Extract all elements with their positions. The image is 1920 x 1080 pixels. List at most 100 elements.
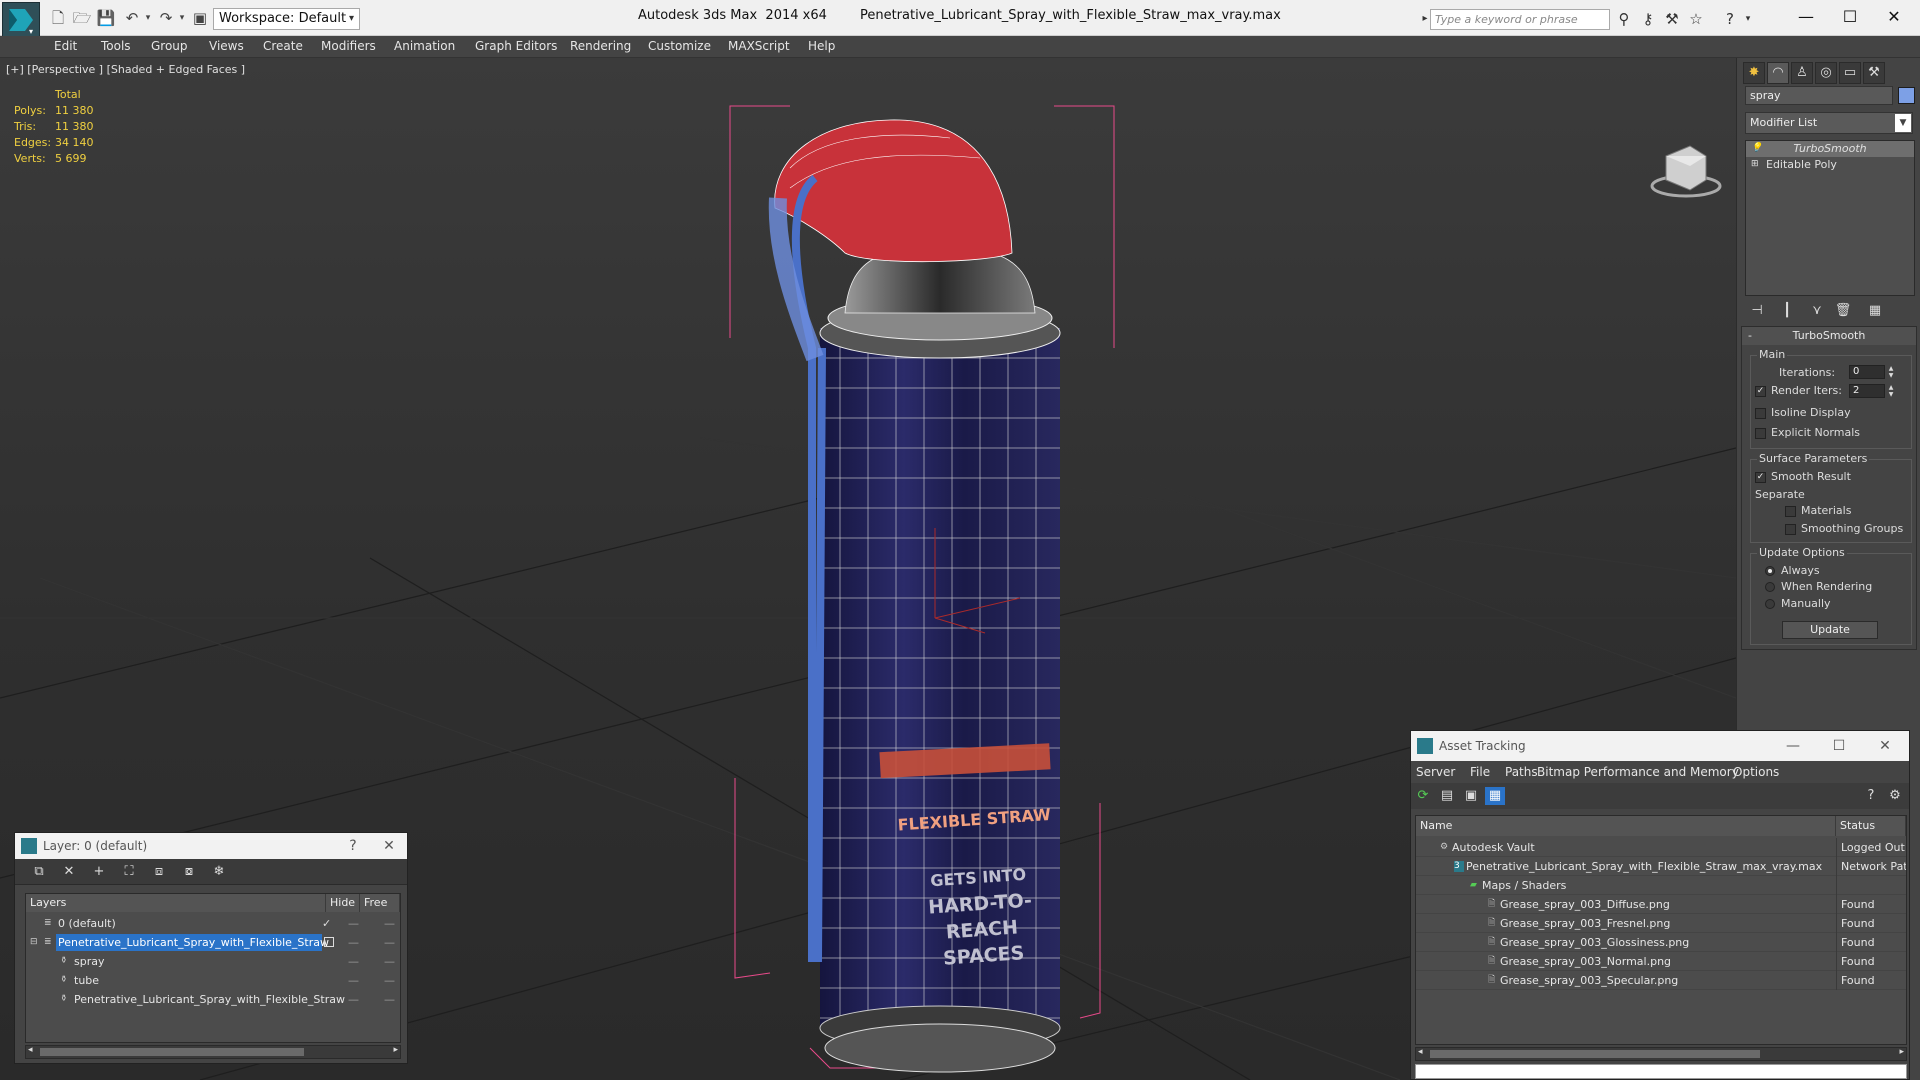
thumbnail-view-icon[interactable]: ▣ bbox=[1461, 787, 1481, 805]
freeze-toggle[interactable]: — bbox=[384, 952, 395, 971]
asset-row[interactable]: 🗎 Grease_spray_003_Fresnel.png Found bbox=[1416, 914, 1906, 933]
asset-row[interactable]: 3 Penetrative_Lubricant_Spray_with_Flexi… bbox=[1416, 857, 1906, 876]
menu-help[interactable]: Help bbox=[808, 39, 835, 53]
utilities-tab-icon[interactable]: ⚒ bbox=[1863, 62, 1885, 84]
scroll-right-icon[interactable]: ▸ bbox=[1899, 1047, 1904, 1057]
asset-row[interactable]: 🗎 Grease_spray_003_Specular.png Found bbox=[1416, 971, 1906, 990]
smooth-result-checkbox[interactable]: ✓ bbox=[1755, 472, 1766, 483]
hide-toggle[interactable]: — bbox=[348, 990, 359, 1009]
scroll-left-icon[interactable]: ◂ bbox=[1418, 1047, 1423, 1057]
manually-radio[interactable] bbox=[1765, 599, 1775, 609]
app-logo-button[interactable]: ▾ bbox=[2, 2, 40, 38]
modifier-stack[interactable]: 💡 TurboSmooth ⊞ Editable Poly bbox=[1745, 140, 1915, 296]
iterations-spinner[interactable]: 0 bbox=[1849, 365, 1885, 379]
binoculars-icon[interactable]: ⚲ bbox=[1614, 9, 1634, 29]
freeze-all-layers-icon[interactable]: ❄ bbox=[209, 863, 229, 881]
configure-sets-icon[interactable]: ▦ bbox=[1865, 302, 1885, 320]
create-tab-icon[interactable]: ✸ bbox=[1743, 62, 1765, 84]
explicit-normals-checkbox[interactable] bbox=[1755, 428, 1766, 439]
current-layer-check-icon[interactable]: ✓ bbox=[322, 914, 331, 933]
show-end-result-icon[interactable]: ┃ bbox=[1777, 302, 1797, 320]
horizontal-scrollbar[interactable]: ◂ ▸ bbox=[1415, 1047, 1907, 1061]
stack-item-turbosmooth[interactable]: 💡 TurboSmooth bbox=[1746, 141, 1914, 157]
freeze-toggle[interactable]: — bbox=[384, 914, 395, 933]
minimize-icon[interactable]: — bbox=[1786, 4, 1826, 30]
collapse-icon[interactable]: ⊟ bbox=[30, 937, 40, 947]
hide-toggle[interactable]: — bbox=[348, 933, 359, 952]
always-radio[interactable] bbox=[1765, 566, 1775, 576]
viewport-label-menu[interactable]: [+] [Perspective ] [Shaded + Edged Faces… bbox=[6, 63, 245, 76]
lightbulb-icon[interactable]: 💡 bbox=[1751, 143, 1762, 153]
make-unique-icon[interactable]: ⋎ bbox=[1807, 302, 1827, 320]
delete-layer-icon[interactable]: ✕ bbox=[59, 863, 79, 881]
scrollbar-thumb[interactable] bbox=[1430, 1050, 1760, 1058]
help-icon[interactable]: ? bbox=[1720, 9, 1740, 29]
save-file-icon[interactable]: 💾 bbox=[96, 8, 116, 28]
rollout-header[interactable]: - TurboSmooth bbox=[1742, 327, 1916, 345]
menu-create[interactable]: Create bbox=[263, 39, 303, 53]
pin-stack-icon[interactable]: ⊣ bbox=[1747, 302, 1767, 320]
menu-server[interactable]: Server bbox=[1416, 765, 1455, 779]
maximize-icon[interactable]: ☐ bbox=[1830, 4, 1870, 30]
help-button[interactable]: ? bbox=[341, 833, 365, 859]
hide-toggle[interactable]: — bbox=[348, 914, 359, 933]
asset-row[interactable]: 🗎 Grease_spray_003_Diffuse.png Found bbox=[1416, 895, 1906, 914]
close-icon[interactable]: ✕ bbox=[1874, 4, 1914, 30]
hide-toggle[interactable]: — bbox=[348, 971, 359, 990]
maximize-icon[interactable]: ☐ bbox=[1819, 733, 1859, 759]
menu-maxscript[interactable]: MAXScript bbox=[728, 39, 790, 53]
search-input[interactable]: Type a keyword or phrase bbox=[1430, 9, 1610, 30]
remove-modifier-icon[interactable]: 🗑 bbox=[1833, 302, 1853, 320]
freeze-toggle[interactable]: — bbox=[384, 933, 395, 952]
spinner-arrows-icon[interactable]: ▲ ▼ bbox=[1887, 365, 1895, 379]
menu-edit[interactable]: Edit bbox=[54, 39, 77, 53]
hierarchy-tab-icon[interactable]: ♙ bbox=[1791, 62, 1813, 84]
set-current-layer-icon[interactable] bbox=[324, 937, 334, 947]
menu-rendering[interactable]: Rendering bbox=[570, 39, 631, 53]
layer-row[interactable]: ⊟ ≣ Penetrative_Lubricant_Spray_with_Fle… bbox=[26, 933, 400, 952]
render-iters-checkbox[interactable]: ✓ bbox=[1755, 386, 1766, 397]
stack-item-editable-poly[interactable]: ⊞ Editable Poly bbox=[1746, 157, 1914, 173]
scrollbar-thumb[interactable] bbox=[40, 1048, 304, 1056]
asset-row[interactable]: ⚙ Autodesk Vault Logged Out bbox=[1416, 838, 1906, 857]
horizontal-scrollbar[interactable]: ◂ ▸ bbox=[25, 1045, 401, 1059]
column-header-layers[interactable]: Layers bbox=[26, 894, 326, 912]
menu-group[interactable]: Group bbox=[151, 39, 188, 53]
column-header-status[interactable]: Status bbox=[1836, 816, 1906, 836]
menu-options[interactable]: Options bbox=[1733, 765, 1779, 779]
expand-plus-icon[interactable]: ⊞ bbox=[1751, 159, 1761, 169]
menu-views[interactable]: Views bbox=[209, 39, 244, 53]
menu-modifiers[interactable]: Modifiers bbox=[321, 39, 376, 53]
create-layer-icon[interactable]: ⧉ bbox=[29, 863, 49, 881]
help-icon[interactable]: ? bbox=[1861, 787, 1881, 805]
freeze-toggle[interactable]: — bbox=[384, 990, 395, 1009]
materials-checkbox[interactable] bbox=[1785, 506, 1796, 517]
close-icon[interactable]: ✕ bbox=[1865, 733, 1905, 759]
undo-dropdown-icon[interactable]: ▾ bbox=[138, 8, 158, 28]
layer-row[interactable]: ⚱ Penetrative_Lubricant_Spray_with_Flexi… bbox=[26, 990, 400, 1009]
subscription-key-icon[interactable]: ⚷ bbox=[1638, 9, 1658, 29]
asset-row[interactable]: 🗎 Grease_spray_003_Glossiness.png Found bbox=[1416, 933, 1906, 952]
asset-row[interactable]: ▰ Maps / Shaders bbox=[1416, 876, 1906, 895]
minimize-icon[interactable]: — bbox=[1773, 733, 1813, 759]
workspace-dropdown[interactable]: Workspace: Default bbox=[213, 8, 360, 30]
menu-tools[interactable]: Tools bbox=[101, 39, 131, 53]
communication-center-icon[interactable]: ⚒ bbox=[1662, 9, 1682, 29]
freeze-toggle[interactable]: — bbox=[384, 971, 395, 990]
menu-file[interactable]: File bbox=[1470, 765, 1490, 779]
list-view-icon[interactable]: ▤ bbox=[1437, 787, 1457, 805]
column-header-name[interactable]: Name bbox=[1416, 816, 1836, 836]
menu-graph-editors[interactable]: Graph Editors bbox=[475, 39, 557, 53]
select-in-layer-icon[interactable]: ⛶ bbox=[119, 863, 139, 881]
isoline-display-checkbox[interactable] bbox=[1755, 408, 1766, 419]
help-dropdown-icon[interactable]: ▾ bbox=[1738, 9, 1758, 29]
highlight-layer-icon[interactable]: ⧈ bbox=[149, 863, 169, 881]
close-icon[interactable]: ✕ bbox=[377, 833, 401, 859]
when-rendering-radio[interactable] bbox=[1765, 582, 1775, 592]
scroll-left-icon[interactable]: ◂ bbox=[28, 1045, 33, 1055]
table-view-icon[interactable]: ▦ bbox=[1485, 787, 1505, 805]
motion-tab-icon[interactable]: ◎ bbox=[1815, 62, 1837, 84]
asset-path-field[interactable] bbox=[1415, 1064, 1907, 1079]
menu-paths[interactable]: Paths bbox=[1505, 765, 1538, 779]
layer-row[interactable]: ⚱ tube — — bbox=[26, 971, 400, 990]
